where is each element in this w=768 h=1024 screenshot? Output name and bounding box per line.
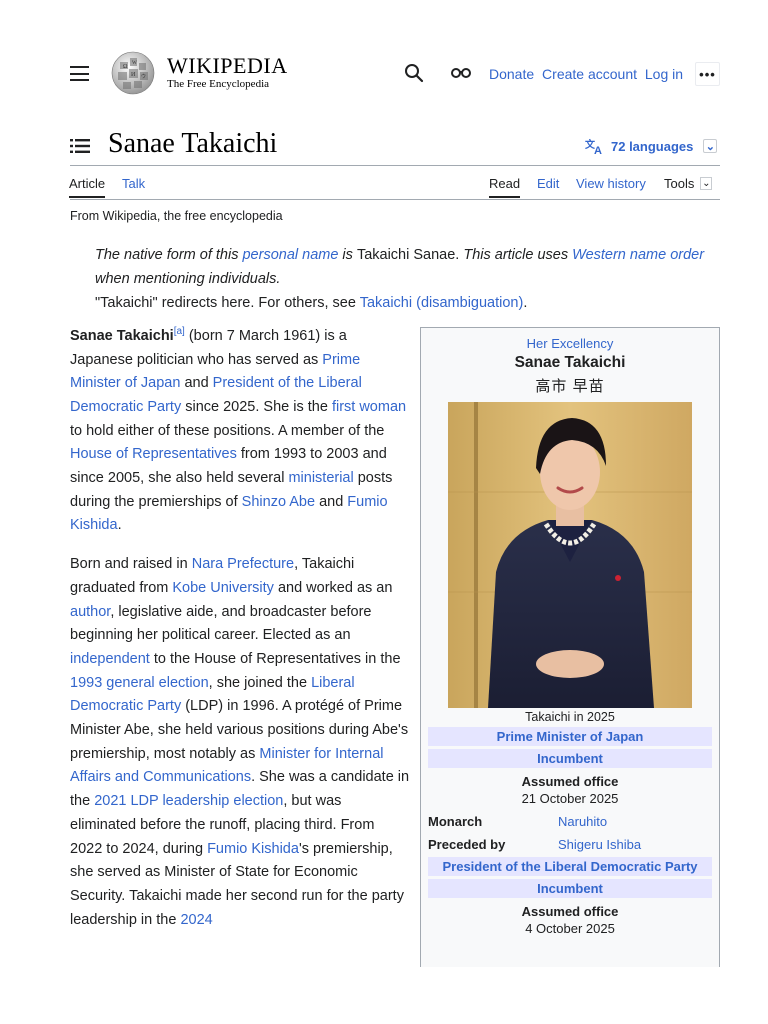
office-title-band: President of the Liberal Democratic Part… — [428, 857, 712, 876]
lead-paragraph-1: Sanae Takaichi[a] (born 7 March 1961) is… — [70, 320, 410, 538]
svg-text:W: W — [132, 61, 137, 66]
article-link[interactable]: Shinzo Abe — [242, 494, 315, 510]
article-link[interactable]: independent — [70, 651, 150, 667]
body-text: . — [117, 517, 122, 534]
infobox: Her Excellency Sanae Takaichi 高市 早苗 Taka… — [420, 327, 720, 967]
reading-preferences-icon[interactable] — [450, 65, 472, 79]
infobox-row-monarch: Monarch Naruhito — [421, 811, 719, 829]
infobox-name: Sanae Takaichi — [514, 354, 626, 371]
office-prime-minister-link[interactable]: Prime Minister of Japan — [497, 729, 644, 744]
assumed-office-label: Assumed office — [521, 774, 619, 789]
office-title-band: Prime Minister of Japan — [428, 727, 712, 746]
predecessor-link[interactable]: Shigeru Ishiba — [558, 837, 641, 852]
main-menu-icon[interactable] — [70, 66, 89, 81]
svg-text:A: A — [594, 145, 602, 155]
article-link[interactable]: first woman — [332, 399, 406, 415]
chevron-down-icon: ⌄ — [703, 139, 718, 153]
wikipedia-globe-logo[interactable]: Ω W И ウ — [108, 50, 158, 96]
wordmark-tagline: The Free Encyclopedia — [167, 78, 270, 90]
office-ldp-president-link[interactable]: President of the Liberal Democratic Part… — [442, 859, 697, 874]
tab-view-history[interactable]: View history — [576, 176, 646, 191]
body-text: and — [315, 493, 348, 510]
title-divider — [70, 165, 720, 166]
article-link[interactable]: 2024 — [180, 912, 212, 928]
body-text: and — [180, 375, 213, 392]
status-band: Incumbent — [428, 879, 712, 898]
article-link[interactable]: 2021 LDP leadership election — [94, 793, 283, 809]
assumed-office-label: Assumed office — [521, 904, 619, 919]
hatnote-text: . — [523, 295, 528, 311]
personal-name-link[interactable]: personal name — [242, 247, 338, 263]
ellipsis-icon: ••• — [699, 66, 716, 82]
western-name-order-link[interactable]: Western name order — [572, 247, 704, 263]
tools-label: Tools — [664, 176, 695, 191]
hatnote-text: This article uses — [459, 247, 573, 263]
hatnote-text: when mentioning individuals. — [95, 271, 281, 287]
body-text: , she joined the — [208, 674, 312, 691]
assumed-office-date: 4 October 2025 — [525, 921, 615, 936]
article-link[interactable]: ministerial — [288, 470, 353, 486]
monarch-link[interactable]: Naruhito — [558, 814, 607, 829]
assumed-office-date: 21 October 2025 — [521, 791, 619, 806]
article-lead: Sanae Takaichi[a] (born 7 March 1961) is… — [70, 320, 410, 947]
chevron-down-icon: ⌄ — [700, 177, 713, 190]
lead-paragraph-2: Born and raised in Nara Prefecture, Taka… — [70, 553, 410, 932]
hatnote-text: The native form of this — [95, 247, 243, 263]
page-title: Sanae Takaichi — [108, 128, 278, 159]
site-tagline: From Wikipedia, the free encyclopedia — [70, 209, 283, 223]
body-text: and worked as an — [273, 579, 393, 596]
language-button[interactable]: 文 A 72 languages ⌄ — [585, 137, 718, 155]
subject-name: Sanae Takaichi — [70, 327, 174, 344]
footnote-link[interactable]: [a] — [174, 326, 185, 344]
article-link[interactable]: Nara Prefecture — [192, 556, 294, 572]
language-count: 72 languages — [611, 138, 694, 154]
wikipedia-wordmark[interactable]: WIKIPEDIA The Free Encyclopedia — [167, 55, 288, 91]
incumbent-link[interactable]: Incumbent — [537, 751, 603, 766]
infobox-row-preceded: Preceded by Shigeru Ishiba — [421, 834, 719, 852]
wordmark-title: WIKIPEDIA — [167, 53, 288, 78]
body-text: to the House of Representatives in the — [149, 650, 401, 667]
svg-text:ウ: ウ — [141, 73, 146, 80]
tools-menu[interactable]: Tools ⌄ — [664, 176, 713, 191]
svg-text:Ω: Ω — [123, 64, 128, 70]
tab-read[interactable]: Read — [489, 176, 521, 198]
body-text: Born and raised in — [70, 556, 192, 573]
body-text: since 2025. She is the — [181, 398, 332, 415]
article-link[interactable]: House of Representatives — [70, 446, 237, 462]
native-name-text: Takaichi Sanae. — [356, 247, 460, 263]
personal-tools: Donate Create account Log in — [489, 66, 687, 82]
hatnote-text: is — [338, 247, 357, 263]
more-options-button[interactable]: ••• — [695, 62, 720, 86]
honorific-link[interactable]: Her Excellency — [527, 336, 614, 351]
create-account-link[interactable]: Create account — [542, 66, 637, 82]
article-link[interactable]: Fumio Kishida — [207, 841, 299, 857]
preceded-by-label: Preceded by — [428, 837, 506, 852]
body-text: to hold either of these positions. A mem… — [70, 422, 385, 439]
tab-article[interactable]: Article — [69, 176, 106, 198]
donate-link[interactable]: Donate — [489, 66, 534, 82]
portrait-photo[interactable] — [448, 402, 692, 708]
login-link[interactable]: Log in — [645, 66, 683, 82]
hatnote: The native form of this personal name is… — [95, 243, 715, 315]
search-icon[interactable] — [404, 63, 424, 83]
status-band: Incumbent — [428, 749, 712, 768]
infobox-native-name: 高市 早苗 — [535, 378, 605, 395]
table-of-contents-icon[interactable] — [70, 138, 90, 154]
redirect-hatnote-text: "Takaichi" redirects here. For others, s… — [95, 295, 360, 311]
article-link[interactable]: 1993 general election — [70, 675, 209, 691]
disambiguation-link[interactable]: Takaichi (disambiguation) — [360, 295, 524, 311]
incumbent-link[interactable]: Incumbent — [537, 881, 603, 896]
body-text: , legislative aide, and broadcaster befo… — [70, 603, 372, 644]
tab-talk[interactable]: Talk — [122, 176, 145, 191]
svg-text:И: И — [131, 72, 136, 78]
tabs-divider — [70, 199, 720, 200]
photo-caption: Takaichi in 2025 — [525, 710, 615, 724]
monarch-label: Monarch — [428, 814, 483, 829]
article-link[interactable]: Kobe University — [172, 580, 274, 596]
translate-icon: 文 A — [585, 138, 602, 155]
article-link[interactable]: author — [70, 604, 110, 620]
tab-edit[interactable]: Edit — [537, 176, 559, 191]
